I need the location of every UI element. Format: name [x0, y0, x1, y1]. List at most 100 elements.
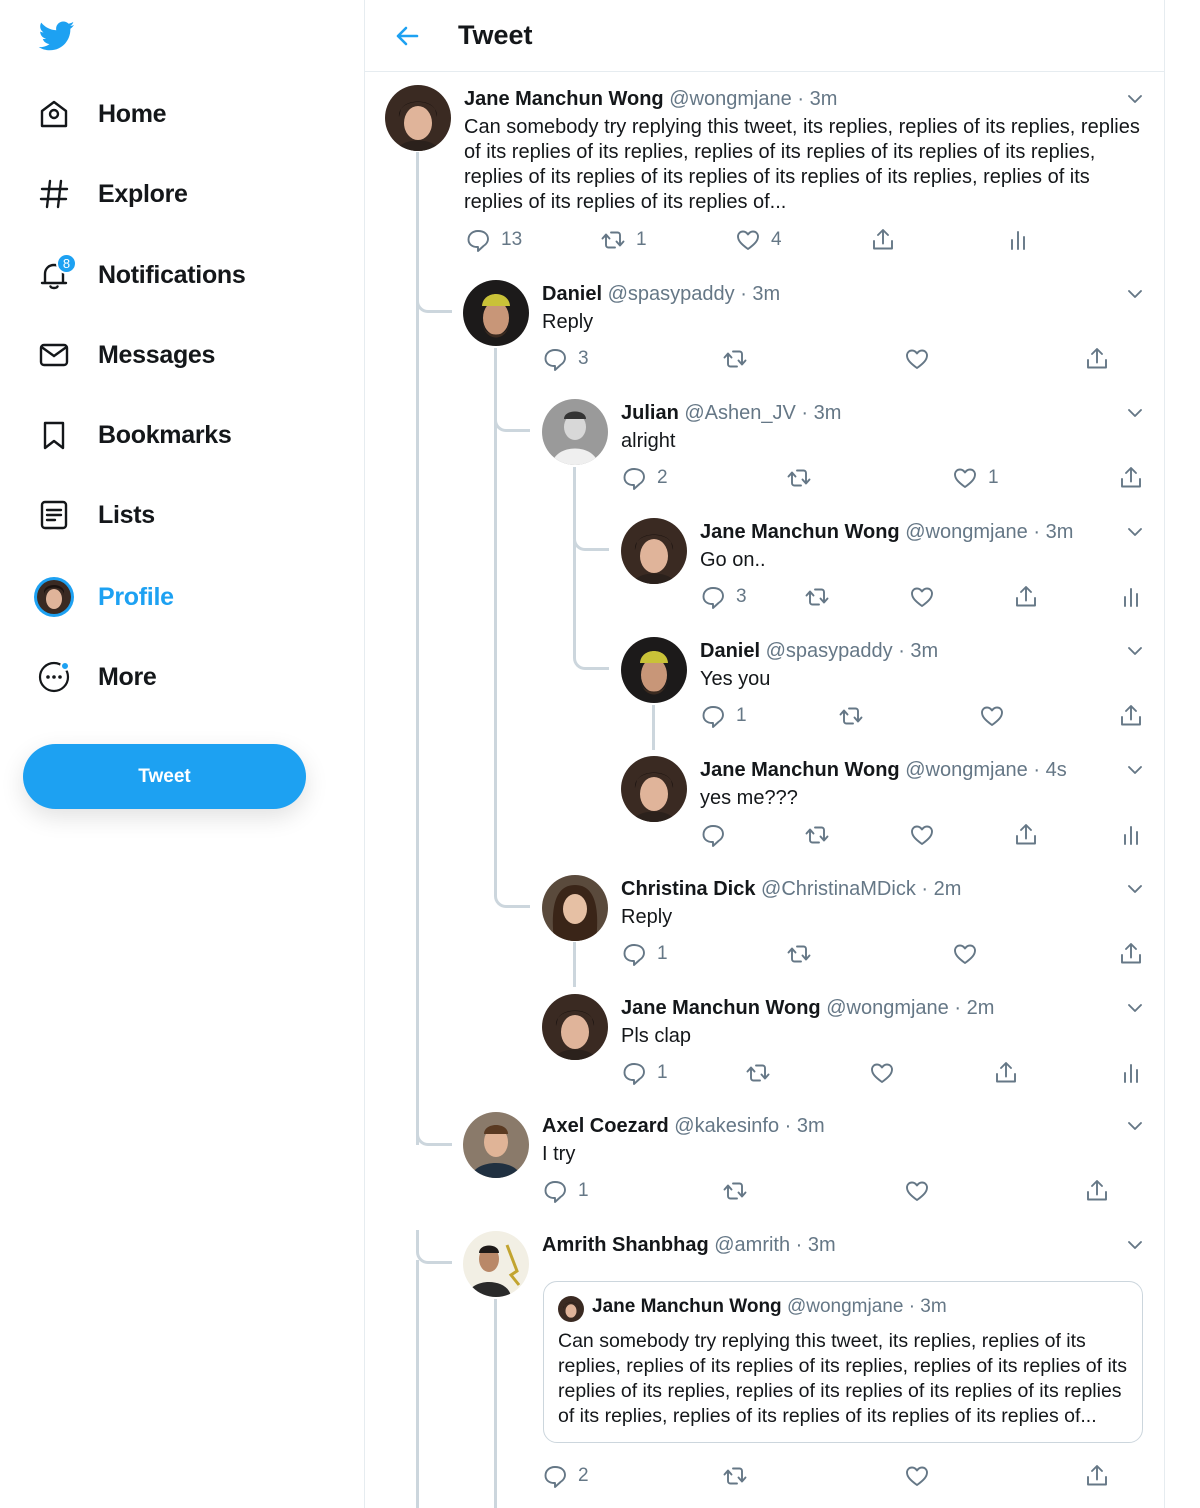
like-button[interactable]: 1	[952, 465, 999, 491]
author-handle[interactable]: @Ashen_JV	[684, 402, 795, 424]
avatar[interactable]	[385, 85, 451, 151]
avatar[interactable]	[621, 637, 687, 703]
avatar[interactable]	[463, 1231, 529, 1297]
like-button[interactable]	[904, 1178, 940, 1204]
analytics-button[interactable]	[1118, 1060, 1144, 1086]
retweet-button[interactable]: 1	[600, 227, 647, 253]
like-button[interactable]	[979, 703, 1015, 729]
reply-button[interactable]	[700, 822, 736, 848]
share-button[interactable]	[1118, 465, 1144, 491]
author-name[interactable]: Axel Coezard	[542, 1115, 669, 1137]
share-button[interactable]	[1013, 822, 1039, 848]
timestamp[interactable]: · 3m	[801, 402, 841, 424]
retweet-button[interactable]	[786, 941, 822, 967]
nav-messages[interactable]: Messages	[34, 330, 215, 380]
avatar[interactable]	[542, 399, 608, 465]
chevron-down-icon[interactable]	[1125, 879, 1145, 899]
author-name[interactable]: Daniel	[700, 640, 760, 662]
retweet-button[interactable]	[722, 1463, 758, 1489]
timestamp[interactable]: · 3m	[898, 640, 938, 662]
author-handle[interactable]: @kakesinfo	[674, 1115, 779, 1137]
back-arrow-icon[interactable]	[393, 22, 421, 50]
analytics-button[interactable]	[1118, 822, 1144, 848]
like-button[interactable]	[904, 1463, 940, 1489]
avatar[interactable]	[463, 280, 529, 346]
share-button[interactable]	[870, 227, 896, 253]
author-handle[interactable]: @wongmjane	[826, 997, 949, 1019]
chevron-down-icon[interactable]	[1125, 284, 1145, 304]
avatar[interactable]	[621, 756, 687, 822]
chevron-down-icon[interactable]	[1125, 998, 1145, 1018]
share-button[interactable]	[1084, 1178, 1110, 1204]
like-button[interactable]	[909, 822, 945, 848]
author-name[interactable]: Amrith Shanbhag	[542, 1234, 709, 1256]
like-button[interactable]: 4	[735, 227, 782, 253]
author-handle[interactable]: @wongmjane	[905, 521, 1028, 543]
retweet-button[interactable]	[838, 703, 874, 729]
timestamp[interactable]: · 3m	[785, 1115, 825, 1137]
retweet-button[interactable]	[804, 822, 840, 848]
author-handle[interactable]: @spasypaddy	[766, 640, 893, 662]
nav-more[interactable]: More	[34, 652, 157, 702]
chevron-down-icon[interactable]	[1125, 89, 1145, 109]
author-name[interactable]: Jane Manchun Wong	[621, 997, 821, 1019]
chevron-down-icon[interactable]	[1125, 522, 1145, 542]
author-name[interactable]: Christina Dick	[621, 878, 755, 900]
reply-button[interactable]: 2	[542, 1463, 589, 1489]
share-button[interactable]	[1013, 584, 1039, 610]
author-name[interactable]: Jane Manchun Wong	[700, 759, 900, 781]
avatar[interactable]	[542, 994, 608, 1060]
reply-button[interactable]: 3	[542, 346, 589, 372]
timestamp[interactable]: · 4s	[1033, 759, 1066, 781]
author-name[interactable]: Jane Manchun Wong	[700, 521, 900, 543]
analytics-button[interactable]	[1005, 227, 1031, 253]
quoted-tweet-card[interactable]: Jane Manchun Wong @wongmjane · 3m Can so…	[543, 1281, 1143, 1443]
share-button[interactable]	[1084, 346, 1110, 372]
timestamp[interactable]: · 2m	[954, 997, 994, 1019]
author-name[interactable]: Julian	[621, 402, 679, 424]
nav-bookmarks[interactable]: Bookmarks	[34, 410, 232, 460]
avatar[interactable]	[621, 518, 687, 584]
avatar[interactable]	[542, 875, 608, 941]
reply-button[interactable]: 1	[621, 1060, 668, 1086]
timestamp[interactable]: · 3m	[1033, 521, 1073, 543]
retweet-button[interactable]	[722, 346, 758, 372]
retweet-button[interactable]	[722, 1178, 758, 1204]
reply-button[interactable]: 1	[621, 941, 668, 967]
reply-button[interactable]: 1	[542, 1178, 589, 1204]
like-button[interactable]	[904, 346, 940, 372]
nav-explore[interactable]: Explore	[34, 169, 188, 219]
author-handle[interactable]: @amrith	[714, 1234, 790, 1256]
author-handle[interactable]: @ChristinaMDick	[761, 878, 916, 900]
retweet-button[interactable]	[786, 465, 822, 491]
nav-notifications[interactable]: 8 Notifications	[34, 250, 246, 300]
author-name[interactable]: Daniel	[542, 283, 602, 305]
timestamp[interactable]: · 3m	[740, 283, 780, 305]
reply-button[interactable]: 1	[700, 703, 747, 729]
retweet-button[interactable]	[804, 584, 840, 610]
analytics-button[interactable]	[1118, 584, 1144, 610]
author-name[interactable]: Jane Manchun Wong	[464, 88, 664, 110]
avatar[interactable]	[463, 1112, 529, 1178]
compose-tweet-button[interactable]: Tweet	[23, 744, 306, 809]
author-handle[interactable]: @wongmjane	[669, 88, 792, 110]
like-button[interactable]	[869, 1060, 905, 1086]
twitter-logo-icon[interactable]	[37, 18, 77, 54]
nav-home[interactable]: Home	[34, 89, 167, 139]
share-button[interactable]	[1118, 941, 1144, 967]
share-button[interactable]	[1118, 703, 1144, 729]
share-button[interactable]	[993, 1060, 1019, 1086]
like-button[interactable]	[909, 584, 945, 610]
reply-button[interactable]: 13	[465, 227, 522, 253]
timestamp[interactable]: · 3m	[797, 88, 837, 110]
author-handle[interactable]: @spasypaddy	[608, 283, 735, 305]
timestamp[interactable]: · 3m	[796, 1234, 836, 1256]
nav-profile[interactable]: Profile	[34, 572, 174, 622]
timestamp[interactable]: · 2m	[921, 878, 961, 900]
like-button[interactable]	[952, 941, 988, 967]
chevron-down-icon[interactable]	[1125, 403, 1145, 423]
chevron-down-icon[interactable]	[1125, 641, 1145, 661]
chevron-down-icon[interactable]	[1125, 760, 1145, 780]
reply-button[interactable]: 2	[621, 465, 668, 491]
author-handle[interactable]: @wongmjane	[905, 759, 1028, 781]
